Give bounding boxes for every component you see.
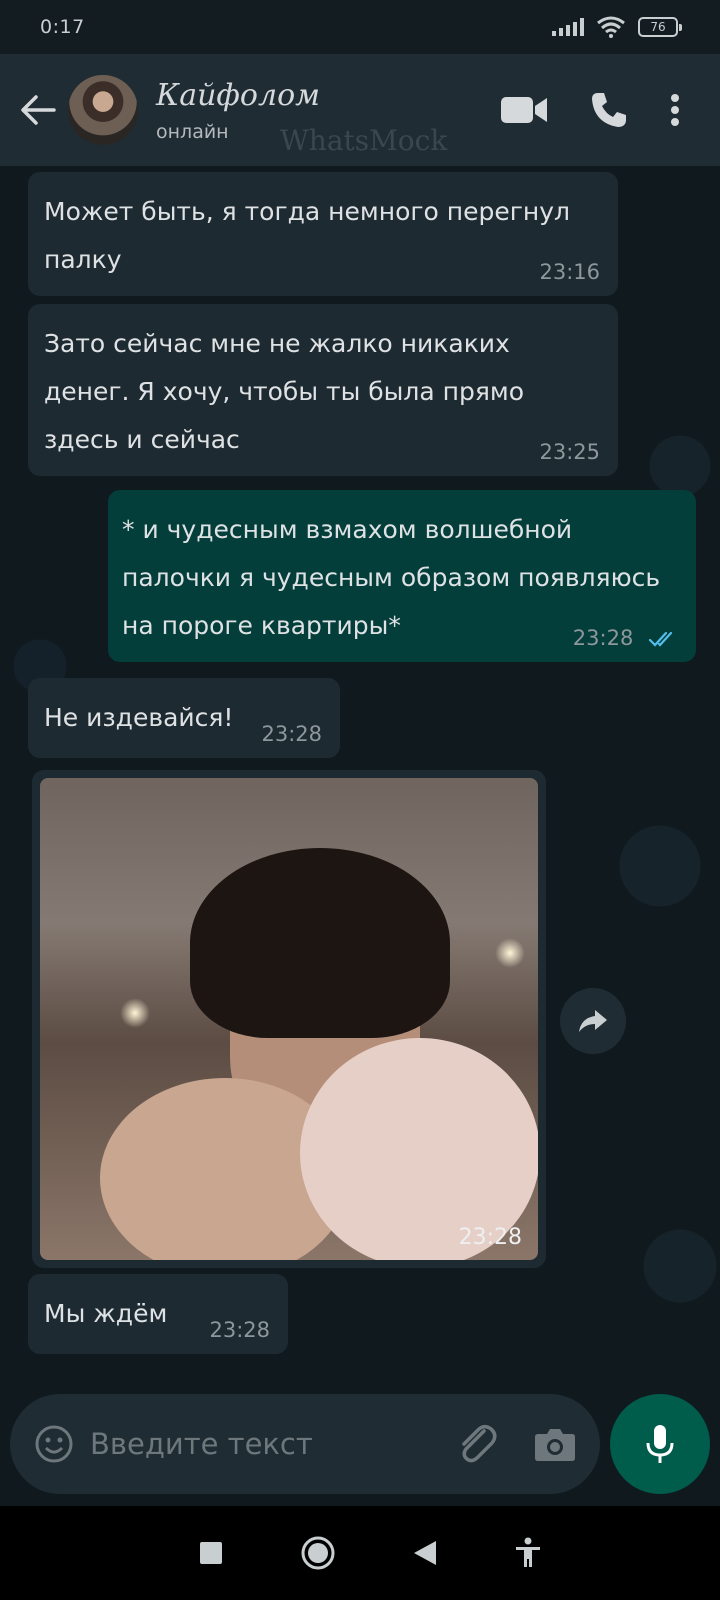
mic-icon [646, 1425, 674, 1463]
video-call-icon[interactable] [500, 95, 548, 125]
wifi-icon [597, 16, 625, 38]
message-time: 23:28 [209, 1318, 270, 1342]
paperclip-icon[interactable] [454, 1421, 500, 1467]
recent-apps-icon[interactable] [198, 1540, 224, 1566]
status-icons: 76 [552, 16, 682, 38]
message-photo[interactable]: 23:28 [40, 778, 538, 1260]
battery-icon: 76 [638, 17, 682, 37]
message-input-bar: Введите текст [10, 1394, 600, 1494]
message-time: 23:25 [539, 440, 600, 464]
image-message[interactable]: 23:28 [32, 770, 546, 1268]
message-time: 23:16 [539, 260, 600, 284]
status-bar: 0:17 76 [0, 0, 720, 54]
message-time: 23:28 [572, 626, 634, 650]
message-text: Не издевайся! [44, 703, 234, 732]
chat-header: Кайфолом онлайн WhatsMock [0, 54, 720, 166]
contact-avatar[interactable] [68, 75, 138, 145]
camera-icon[interactable] [534, 1426, 576, 1462]
message-text: Мы ждём [44, 1299, 168, 1328]
photo-detail [190, 848, 450, 1038]
message-bubble[interactable]: Может быть, я тогда немного перегнул пал… [28, 172, 618, 296]
phone-icon[interactable] [590, 91, 628, 129]
status-time: 0:17 [40, 16, 85, 38]
message-time: 23:28 [261, 722, 322, 746]
signal-icon [552, 18, 584, 36]
forward-icon [579, 1010, 607, 1032]
message-text: * и чудесным взмахом волшебной палочки я… [122, 515, 661, 640]
forward-button[interactable] [560, 988, 626, 1054]
system-nav-bar [0, 1506, 720, 1600]
back-nav-icon[interactable] [412, 1539, 438, 1567]
message-text: Зато сейчас мне не жалко никаких денег. … [44, 329, 525, 454]
mic-button[interactable] [610, 1394, 710, 1494]
message-bubble[interactable]: Мы ждём 23:28 [28, 1274, 288, 1354]
message-text: Может быть, я тогда немного перегнул пал… [44, 197, 570, 274]
message-input[interactable]: Введите текст [90, 1427, 454, 1461]
contact-name: Кайфолом [156, 77, 321, 113]
message-bubble-outgoing[interactable]: * и чудесным взмахом волшебной палочки я… [108, 490, 696, 662]
accessibility-icon[interactable] [514, 1537, 542, 1569]
more-vertical-icon[interactable] [670, 93, 680, 127]
message-bubble[interactable]: Не издевайся! 23:28 [28, 678, 340, 758]
chat-area[interactable]: Может быть, я тогда немного перегнул пал… [0, 166, 720, 1506]
message-time-wrap: 23:28 [573, 626, 678, 650]
photo-detail [120, 998, 150, 1028]
home-icon[interactable] [300, 1535, 336, 1571]
watermark-text: WhatsMock [280, 124, 448, 157]
message-bubble[interactable]: Зато сейчас мне не жалко никаких денег. … [28, 304, 618, 476]
read-ticks-icon [648, 631, 673, 647]
emoji-icon[interactable] [34, 1424, 74, 1464]
battery-level: 76 [650, 20, 666, 34]
header-actions [500, 91, 680, 129]
message-time: 23:28 [458, 1225, 522, 1250]
photo-detail [495, 938, 525, 968]
arrow-left-icon [21, 95, 56, 125]
back-button[interactable] [8, 80, 68, 140]
